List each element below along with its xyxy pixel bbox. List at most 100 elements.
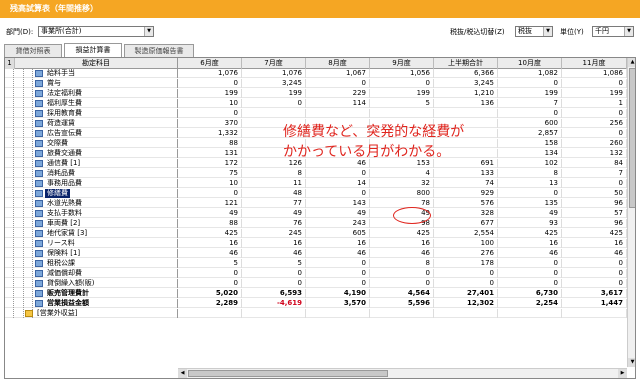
account-cell[interactable]: 租税公課 — [5, 259, 178, 268]
value-cell[interactable]: 46 — [498, 249, 562, 258]
value-cell[interactable]: 0 — [562, 129, 627, 138]
account-cell[interactable]: 貸倒繰入額(販) — [5, 279, 178, 288]
value-cell[interactable]: 0 — [498, 189, 562, 198]
table-row[interactable]: 給料手当 1,076 1,076 1,067 1,056 6,366 1,082 1,086 — [5, 69, 627, 78]
column-header-sep[interactable]: 9月度 — [370, 58, 434, 69]
column-header-account[interactable]: 勘定科目 — [15, 58, 178, 69]
value-cell[interactable]: 0 — [562, 179, 627, 188]
value-cell[interactable]: 135 — [498, 199, 562, 208]
value-cell[interactable]: 929 — [434, 189, 498, 198]
value-cell[interactable]: 0 — [306, 279, 370, 288]
scroll-up-icon[interactable]: ▲ — [628, 58, 635, 67]
value-cell[interactable]: 12,302 — [434, 299, 498, 308]
value-cell[interactable]: 425 — [498, 229, 562, 238]
value-cell[interactable]: 114 — [306, 99, 370, 108]
column-header-jun[interactable]: 6月度 — [178, 58, 242, 69]
value-cell[interactable]: 199 — [498, 89, 562, 98]
table-row[interactable]: 採用教育費 0 0 0 — [5, 109, 627, 118]
value-cell[interactable] — [242, 309, 306, 318]
value-cell[interactable]: 1,210 — [434, 89, 498, 98]
value-cell[interactable]: 76 — [242, 219, 306, 228]
value-cell[interactable]: 4,564 — [370, 289, 434, 298]
account-cell[interactable]: 支払手数料 — [5, 209, 178, 218]
value-cell[interactable]: 121 — [178, 199, 242, 208]
value-cell[interactable]: 5,020 — [178, 289, 242, 298]
column-header-aug[interactable]: 8月度 — [306, 58, 370, 69]
value-cell[interactable]: 0 — [178, 279, 242, 288]
value-cell[interactable]: 0 — [178, 269, 242, 278]
table-row[interactable]: 賞与 0 3,245 0 0 3,245 0 0 — [5, 79, 627, 88]
value-cell[interactable]: 276 — [434, 249, 498, 258]
table-row[interactable]: 法定福利費 199 199 229 199 1,210 199 199 — [5, 89, 627, 98]
dept-select[interactable]: 事業所(合計) ▼ — [38, 26, 154, 37]
value-cell[interactable]: 1,056 — [370, 69, 434, 78]
value-cell[interactable]: 100 — [434, 239, 498, 248]
scroll-left-icon[interactable]: ◀ — [178, 369, 187, 378]
account-cell[interactable]: 地代家賃 [3] — [5, 229, 178, 238]
value-cell[interactable]: 0 — [498, 109, 562, 118]
value-cell[interactable]: 16 — [370, 239, 434, 248]
value-cell[interactable]: 2,554 — [434, 229, 498, 238]
value-cell[interactable]: 77 — [242, 199, 306, 208]
value-cell[interactable]: 243 — [306, 219, 370, 228]
value-cell[interactable]: 96 — [562, 219, 627, 228]
value-cell[interactable]: 0 — [242, 269, 306, 278]
value-cell[interactable]: 0 — [370, 269, 434, 278]
value-cell[interactable]: 0 — [306, 259, 370, 268]
account-cell[interactable]: 交際費 — [5, 139, 178, 148]
value-cell[interactable] — [498, 309, 562, 318]
tax-select[interactable]: 税抜 ▼ — [515, 26, 553, 37]
value-cell[interactable]: 256 — [562, 119, 627, 128]
value-cell[interactable]: 0 — [306, 169, 370, 178]
value-cell[interactable]: 5 — [178, 259, 242, 268]
table-row[interactable]: 保険料 [1] 46 46 46 46 276 46 46 — [5, 249, 627, 258]
value-cell[interactable]: 84 — [562, 159, 627, 168]
value-cell[interactable]: 260 — [562, 139, 627, 148]
table-row[interactable]: 車両費 [2] 88 76 243 98 677 93 96 — [5, 219, 627, 228]
account-cell[interactable]: 車両費 [2] — [5, 219, 178, 228]
chevron-down-icon[interactable]: ▼ — [624, 27, 633, 36]
table-row[interactable]: 事務用品費 10 11 14 32 74 13 0 — [5, 179, 627, 188]
value-cell[interactable]: 178 — [434, 259, 498, 268]
value-cell[interactable]: 49 — [242, 209, 306, 218]
value-cell[interactable]: 93 — [498, 219, 562, 228]
value-cell[interactable]: 245 — [242, 229, 306, 238]
tab-balance-sheet[interactable]: 貸借対照表 — [4, 44, 62, 57]
column-header-oct[interactable]: 10月度 — [498, 58, 562, 69]
value-cell[interactable]: 4 — [370, 169, 434, 178]
account-cell[interactable]: 消耗品費 — [5, 169, 178, 178]
scroll-thumb[interactable] — [629, 68, 635, 208]
value-cell[interactable]: 0 — [242, 279, 306, 288]
value-cell[interactable]: 172 — [178, 159, 242, 168]
value-cell[interactable]: 425 — [178, 229, 242, 238]
value-cell[interactable]: 0 — [306, 79, 370, 88]
value-cell[interactable]: 143 — [306, 199, 370, 208]
value-cell[interactable] — [370, 309, 434, 318]
value-cell[interactable]: 0 — [562, 109, 627, 118]
value-cell[interactable]: 2,289 — [178, 299, 242, 308]
table-row[interactable]: 地代家賃 [3] 425 245 605 425 2,554 425 425 — [5, 229, 627, 238]
account-cell[interactable]: 修繕費 — [5, 189, 178, 198]
table-row[interactable]: 営業損益金額 2,289 -4,619 3,570 5,596 12,302 2,254 1,… — [5, 299, 627, 308]
vertical-scrollbar[interactable]: ▲ ▼ — [627, 58, 635, 367]
value-cell[interactable]: 50 — [562, 189, 627, 198]
value-cell[interactable]: 46 — [178, 249, 242, 258]
value-cell[interactable]: 1,086 — [562, 69, 627, 78]
value-cell[interactable] — [242, 109, 306, 118]
table-row[interactable]: 福利厚生費 10 0 114 5 136 7 1 — [5, 99, 627, 108]
account-cell[interactable]: 採用教育費 — [5, 109, 178, 118]
account-cell[interactable]: 水道光熱費 — [5, 199, 178, 208]
scroll-down-icon[interactable]: ▼ — [628, 358, 635, 367]
value-cell[interactable]: 1,076 — [178, 69, 242, 78]
value-cell[interactable]: 199 — [242, 89, 306, 98]
table-row[interactable]: リース料 16 16 16 16 100 16 16 — [5, 239, 627, 248]
value-cell[interactable]: 0 — [498, 279, 562, 288]
value-cell[interactable]: 425 — [562, 229, 627, 238]
account-cell[interactable]: 通信費 [1] — [5, 159, 178, 168]
value-cell[interactable]: 576 — [434, 199, 498, 208]
value-cell[interactable]: 3,245 — [434, 79, 498, 88]
value-cell[interactable]: 3,617 — [562, 289, 627, 298]
chevron-down-icon[interactable]: ▼ — [144, 27, 153, 36]
value-cell[interactable] — [370, 109, 434, 118]
value-cell[interactable]: 57 — [562, 209, 627, 218]
